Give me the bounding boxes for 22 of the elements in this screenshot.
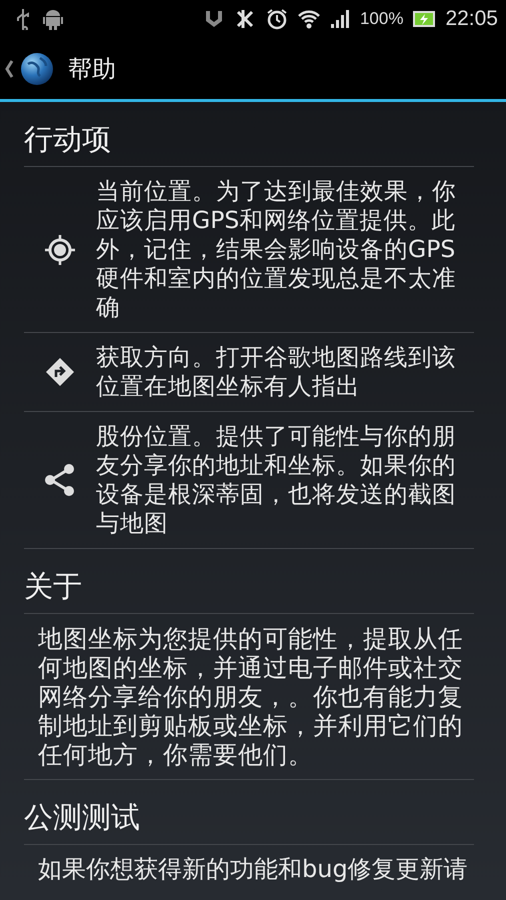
directions-icon (45, 357, 75, 387)
section-heading: 公测测试 (24, 799, 141, 836)
android-icon (42, 7, 64, 31)
alarm-icon (266, 8, 288, 30)
list-item-text: 股份位置。提供了可能性与你的朋友分享你的地址和坐标。如果你的设备是根深蒂固，也将发送的截图与地图 (96, 422, 457, 538)
paragraph: 地图坐标为您提供的可能性，提取从任何地图的坐标，并通过电子邮件或社交网络分享给你的朋友，。你也有能力复制地址到剪贴板或坐标，并利用它们的任何地方，你需要他们。 (37, 623, 464, 771)
clock: 22:05 (445, 7, 498, 31)
list-item-text: 获取方向。打开谷歌地图路线到该位置在地图坐标有人指出 (96, 343, 457, 401)
screen-title: 帮助 (68, 54, 116, 84)
battery-percent: 100% (360, 9, 404, 29)
crosshair-icon (43, 232, 77, 266)
signal-icon (330, 9, 350, 29)
share-icon (44, 463, 76, 497)
usb-icon (16, 8, 30, 30)
section-heading: 行动项 (24, 121, 112, 158)
battery-icon (413, 11, 436, 27)
paragraph: 如果你想获得新的功能和bug修复更新请 (37, 854, 468, 885)
globe-icon (20, 52, 54, 86)
section-heading: 关于 (24, 568, 83, 605)
caret-icon (4, 58, 14, 78)
list-item-text: 当前位置。为了达到最佳效果，你应该启用GPS和网络位置提供。此外，记住，结果会影响设备的GPS硬件和室内的位置发现总是不太准确 (96, 177, 457, 322)
wifi-icon (298, 9, 320, 29)
